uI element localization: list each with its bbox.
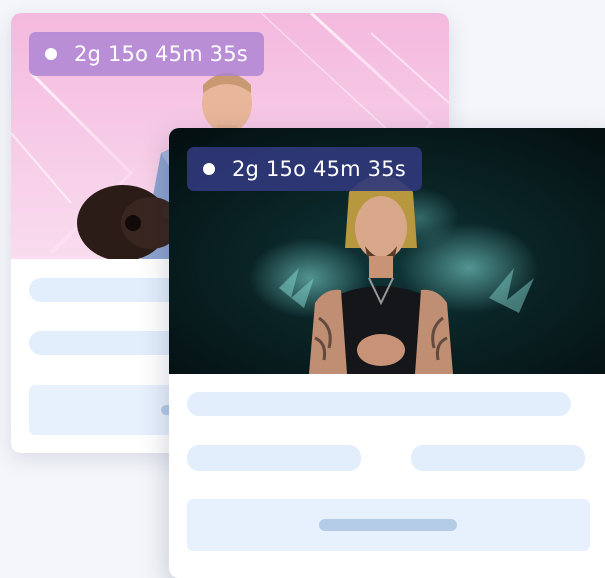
countdown-badge: 2g 15o 45m 35s	[187, 147, 422, 191]
skeleton-meta-left	[187, 445, 361, 471]
countdown-text: 2g 15o 45m 35s	[74, 42, 248, 66]
skeleton-meta-right	[411, 445, 585, 471]
skeleton-title	[187, 392, 571, 416]
skeleton-button-label	[319, 519, 457, 531]
event-card-image: 2g 15o 45m 35s	[169, 128, 605, 374]
live-dot-icon	[45, 48, 57, 60]
countdown-badge: 2g 15o 45m 35s	[29, 32, 264, 76]
countdown-text: 2g 15o 45m 35s	[232, 157, 406, 181]
skeleton-title	[29, 278, 189, 302]
event-card-front[interactable]: 2g 15o 45m 35s	[169, 128, 605, 578]
skeleton-meta	[29, 331, 189, 355]
live-dot-icon	[203, 163, 215, 175]
